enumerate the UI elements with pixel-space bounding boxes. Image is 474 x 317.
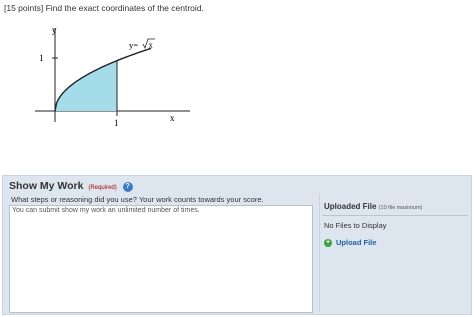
uploaded-file-title: Uploaded File [324, 202, 377, 211]
uploaded-file-divider [322, 215, 468, 216]
plus-circle-icon: + [324, 238, 332, 247]
x-tick-label: 1 [114, 118, 119, 128]
work-text-area[interactable]: You can submit show my work an unlimited… [9, 205, 313, 313]
sqrt-argument: x [149, 40, 154, 50]
upload-file-label: Upload File [336, 238, 377, 247]
question-text: [15 points] Find the exact coordinates o… [4, 3, 204, 13]
centroid-figure: y x 1 1 y= x [25, 22, 200, 137]
work-placeholder-text: You can submit show my work an unlimited… [12, 207, 200, 214]
upload-file-button[interactable]: + Upload File [324, 238, 376, 247]
required-label: (Required) [88, 185, 117, 191]
region-graph: y x 1 1 y= x [35, 25, 190, 128]
y-tick-label: 1 [39, 53, 44, 63]
show-my-work-panel: Show My Work (Required) ? What steps or … [2, 175, 472, 315]
show-my-work-title: Show My Work [9, 180, 84, 192]
help-icon[interactable]: ? [122, 182, 133, 192]
uploaded-file-section: Uploaded File (10 file maximum) No Files… [319, 194, 470, 312]
file-maximum-note: (10 file maximum) [378, 205, 423, 211]
show-my-work-heading: Show My Work (Required) ? [9, 180, 133, 192]
shaded-region [55, 60, 117, 111]
uploaded-file-heading: Uploaded File (10 file maximum) [324, 202, 422, 211]
no-files-text: No Files to Display [324, 221, 387, 230]
x-axis-label: x [170, 113, 175, 123]
curve-label: y= [129, 40, 138, 50]
show-my-work-prompt: What steps or reasoning did you use? You… [11, 195, 264, 204]
y-axis-label: y [52, 25, 57, 35]
